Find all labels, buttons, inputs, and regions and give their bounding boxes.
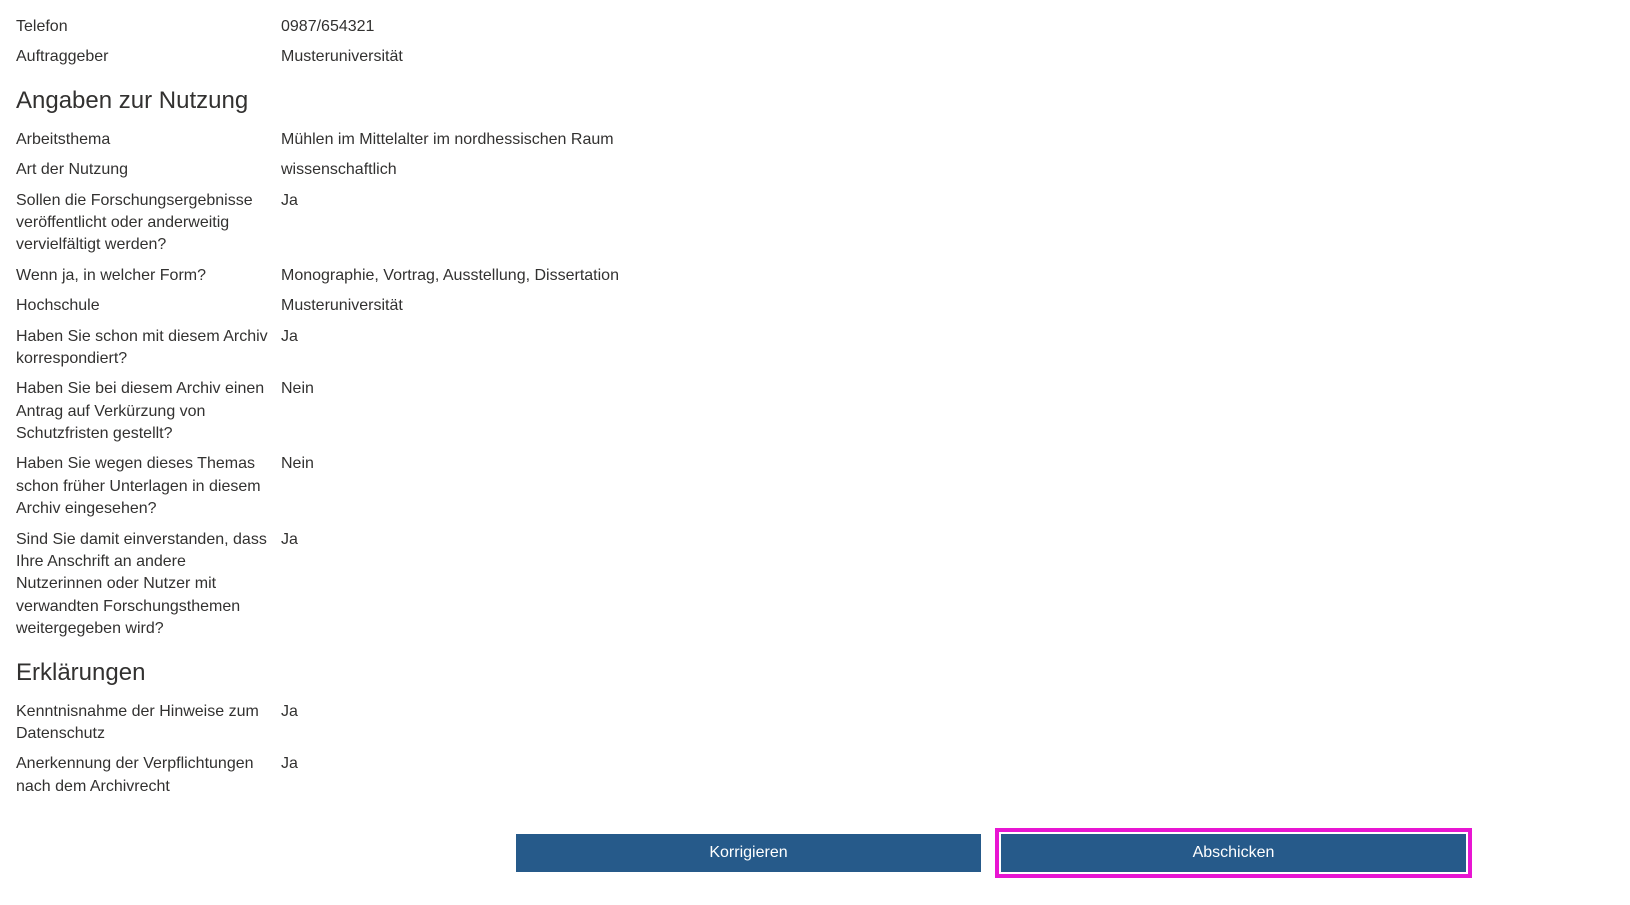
label-form: Wenn ja, in welcher Form? xyxy=(16,265,281,287)
label-datenschutz: Kenntnisnahme der Hinweise zum Datenschu… xyxy=(16,701,281,746)
row-korrespondiert: Haben Sie schon mit diesem Archiv korres… xyxy=(16,326,1466,371)
label-korrespondiert: Haben Sie schon mit diesem Archiv korres… xyxy=(16,326,281,371)
row-art: Art der Nutzung wissenschaftlich xyxy=(16,159,1466,181)
value-frueher: Nein xyxy=(281,453,1466,475)
label-auftraggeber: Auftraggeber xyxy=(16,46,281,68)
section-heading-erklaerungen: Erklärungen xyxy=(16,659,1466,687)
value-korrespondiert: Ja xyxy=(281,326,1466,348)
label-telefon: Telefon xyxy=(16,16,281,38)
korrigieren-button[interactable]: Korrigieren xyxy=(516,834,981,872)
row-weitergabe: Sind Sie damit einverstanden, dass Ihre … xyxy=(16,529,1466,641)
row-form: Wenn ja, in welcher Form? Monographie, V… xyxy=(16,265,1466,287)
row-frueher: Haben Sie wegen dieses Themas schon früh… xyxy=(16,453,1466,520)
value-weitergabe: Ja xyxy=(281,529,1466,551)
value-art: wissenschaftlich xyxy=(281,159,1466,181)
label-art: Art der Nutzung xyxy=(16,159,281,181)
row-arbeitsthema: Arbeitsthema Mühlen im Mittelalter im no… xyxy=(16,129,1466,151)
label-schutzfristen: Haben Sie bei diesem Archiv einen Antrag… xyxy=(16,378,281,445)
row-hochschule: Hochschule Musteruniversität xyxy=(16,295,1466,317)
button-row: Korrigieren Abschicken xyxy=(16,834,1466,872)
row-archivrecht: Anerkennung der Verpflichtungen nach dem… xyxy=(16,753,1466,798)
row-auftraggeber: Auftraggeber Musteruniversität xyxy=(16,46,1466,68)
row-veroeffentlichen: Sollen die Forschungsergebnisse veröffen… xyxy=(16,190,1466,257)
value-archivrecht: Ja xyxy=(281,753,1466,775)
label-arbeitsthema: Arbeitsthema xyxy=(16,129,281,151)
row-datenschutz: Kenntnisnahme der Hinweise zum Datenschu… xyxy=(16,701,1466,746)
value-form: Monographie, Vortrag, Ausstellung, Disse… xyxy=(281,265,1466,287)
form-summary: Telefon 0987/654321 Auftraggeber Musteru… xyxy=(16,16,1466,872)
abschicken-button[interactable]: Abschicken xyxy=(1001,834,1466,872)
value-hochschule: Musteruniversität xyxy=(281,295,1466,317)
label-frueher: Haben Sie wegen dieses Themas schon früh… xyxy=(16,453,281,520)
label-weitergabe: Sind Sie damit einverstanden, dass Ihre … xyxy=(16,529,281,641)
label-archivrecht: Anerkennung der Verpflichtungen nach dem… xyxy=(16,753,281,798)
row-telefon: Telefon 0987/654321 xyxy=(16,16,1466,38)
label-hochschule: Hochschule xyxy=(16,295,281,317)
value-datenschutz: Ja xyxy=(281,701,1466,723)
value-auftraggeber: Musteruniversität xyxy=(281,46,1466,68)
value-telefon: 0987/654321 xyxy=(281,16,1466,38)
section-heading-nutzung: Angaben zur Nutzung xyxy=(16,87,1466,115)
row-schutzfristen: Haben Sie bei diesem Archiv einen Antrag… xyxy=(16,378,1466,445)
value-veroeffentlichen: Ja xyxy=(281,190,1466,212)
value-schutzfristen: Nein xyxy=(281,378,1466,400)
value-arbeitsthema: Mühlen im Mittelalter im nordhessischen … xyxy=(281,129,1466,151)
label-veroeffentlichen: Sollen die Forschungsergebnisse veröffen… xyxy=(16,190,281,257)
